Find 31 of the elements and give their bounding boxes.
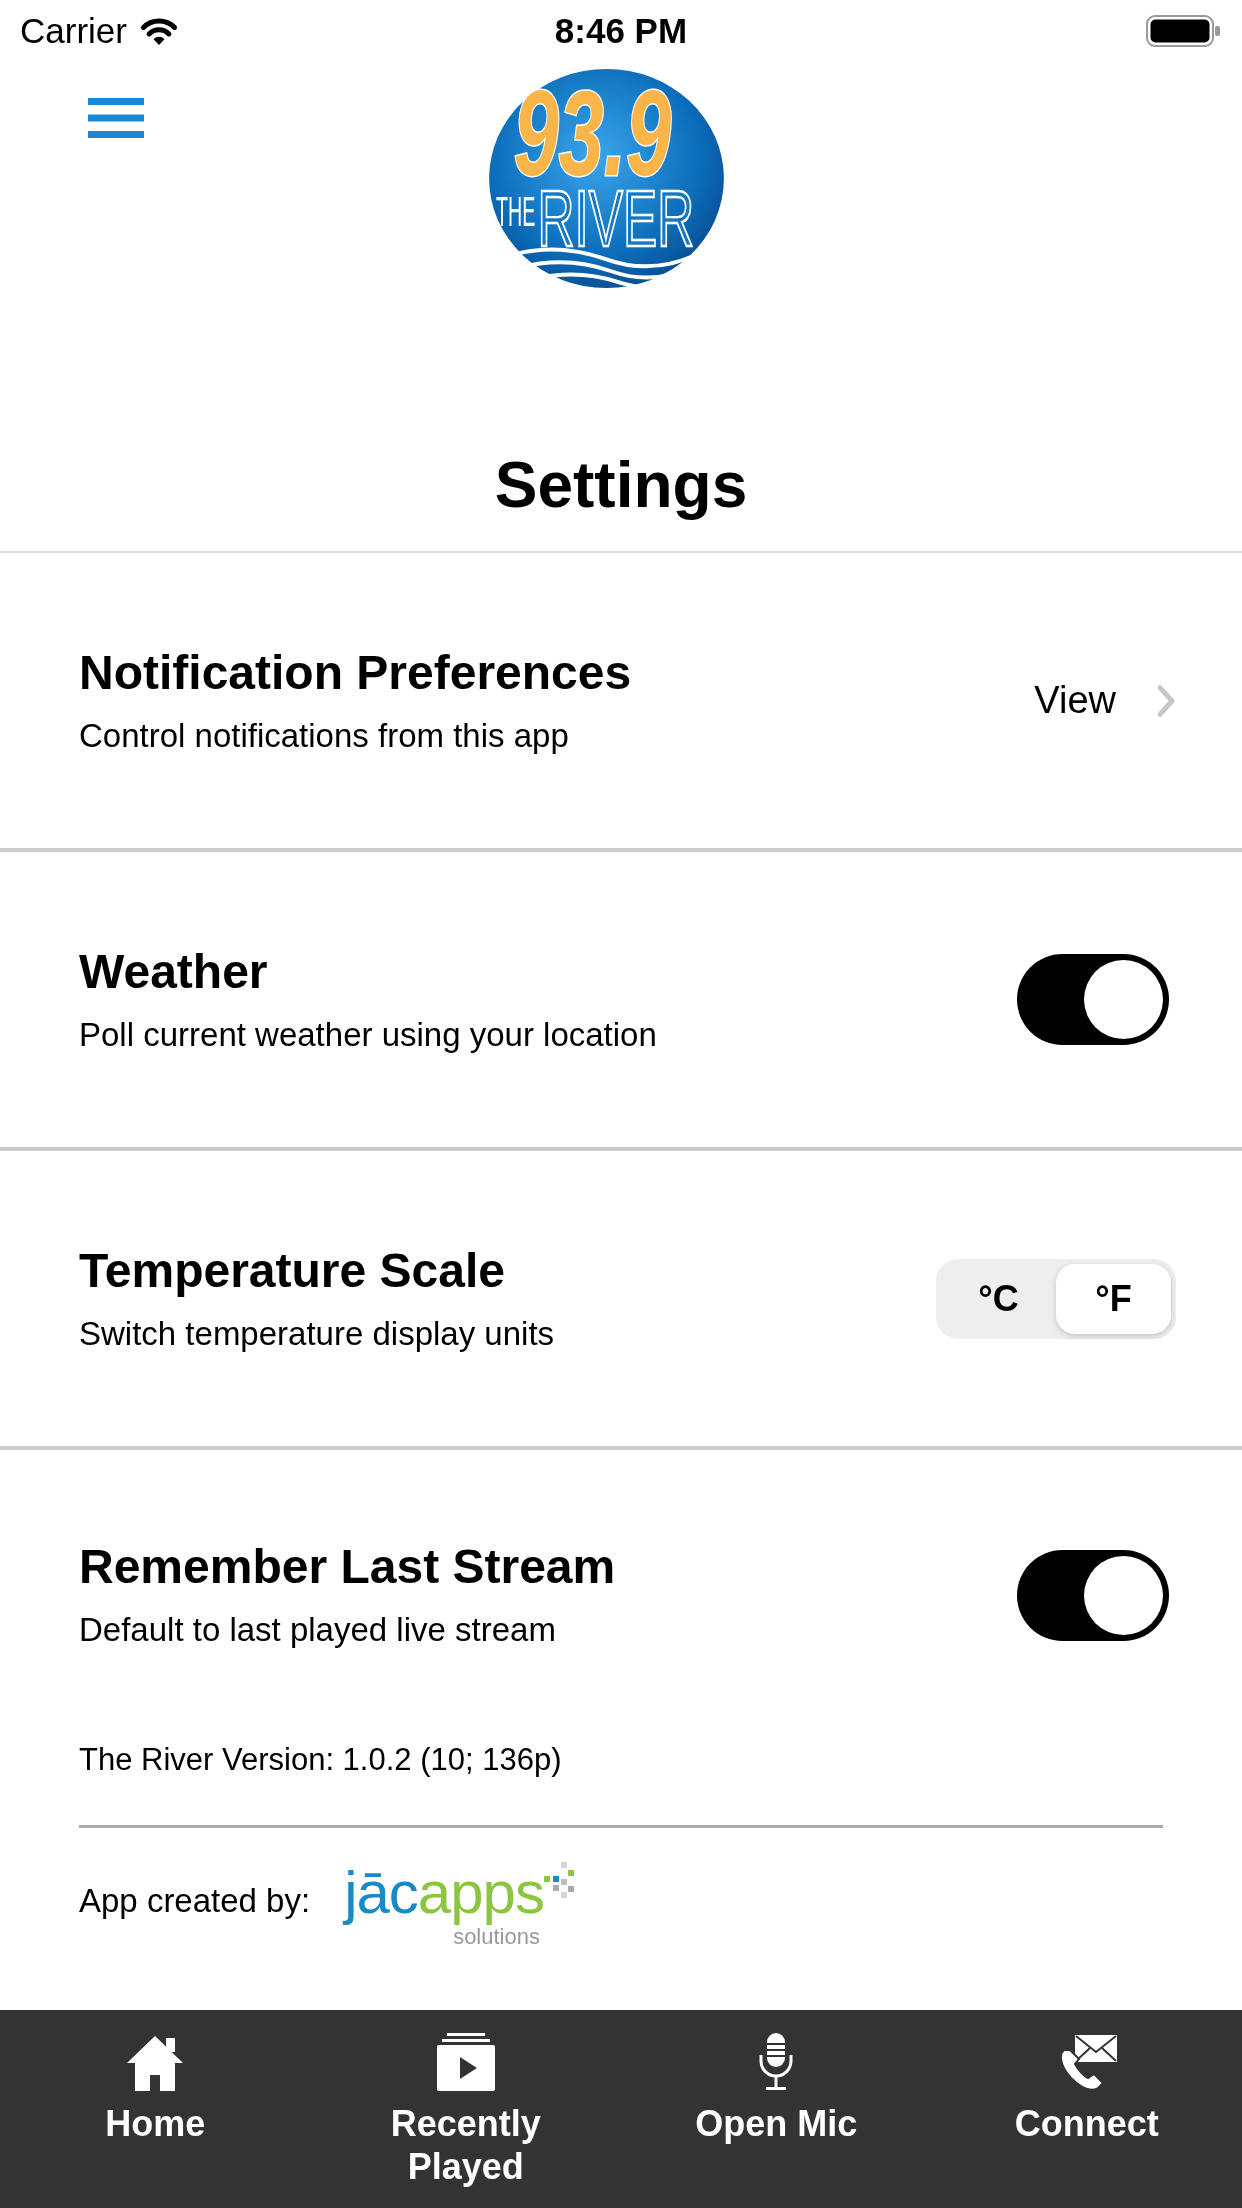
view-link[interactable]: View xyxy=(1034,672,1176,729)
segment-option[interactable]: °F xyxy=(1056,1263,1171,1334)
chevron-icon xyxy=(1156,683,1176,718)
menu-button[interactable] xyxy=(88,98,144,138)
page-title: Settings xyxy=(494,449,748,521)
setting-title: Remember Last Stream xyxy=(79,1539,616,1595)
setting-title: Notification Preferences xyxy=(79,644,632,701)
setting-description: Poll current weather using your location xyxy=(79,1014,657,1055)
wifi-icon xyxy=(138,16,179,46)
tab-bar-item[interactable]: Home xyxy=(0,2010,311,2208)
setting-description: Switch temperature display units xyxy=(79,1313,555,1354)
home-icon xyxy=(126,2035,185,2091)
segment-option[interactable]: °C xyxy=(941,1263,1056,1334)
pixel-dots-icon xyxy=(543,1862,574,1898)
microphone-icon xyxy=(757,2033,796,2091)
tab-bar-item[interactable]: Open Mic xyxy=(621,2010,932,2208)
setting-description: Control notifications from this app xyxy=(79,715,569,756)
setting-title: Temperature Scale xyxy=(79,1242,505,1299)
carrier-text: Carrier xyxy=(20,11,127,51)
developer-wordmark: jācapps xyxy=(344,1862,544,1924)
version-text: The River Version: 1.0.2 (10; 136p) xyxy=(79,1741,562,1779)
tab-bar-item[interactable]: Connect xyxy=(931,2010,1242,2208)
developer-tagline: solutions xyxy=(453,1924,540,1950)
setting-description: Default to last played live stream xyxy=(79,1610,556,1650)
battery-icon xyxy=(1146,15,1220,47)
time-text: 8:46 PM xyxy=(554,11,688,51)
credit-label: App created by: xyxy=(79,1881,311,1921)
setting-title: Weather xyxy=(79,943,268,1000)
tab-bar-item[interactable]: Recently Played xyxy=(310,2010,621,2208)
play-stack-icon xyxy=(436,2033,495,2091)
menu-icon xyxy=(88,98,144,138)
